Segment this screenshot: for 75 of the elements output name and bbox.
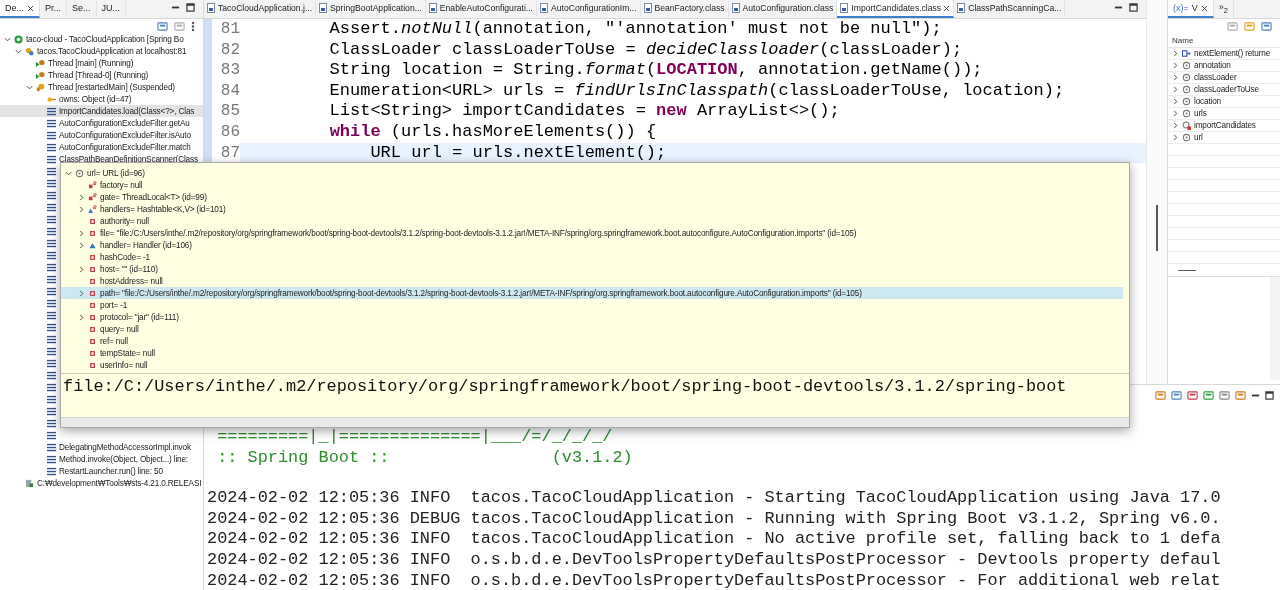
- variables-tab[interactable]: (x)= V: [1168, 0, 1214, 18]
- variable-row[interactable]: url: [1168, 132, 1280, 144]
- debug-tree-item[interactable]: tacos.TacoCloudApplication at localhost:81: [0, 45, 203, 57]
- editor-tab[interactable]: EnableAutoConfigurati...: [425, 0, 537, 18]
- debug-tree-item[interactable]: taco-cloud - TacoCloudApplication [Spring Bo: [0, 33, 203, 45]
- debug-tree-item[interactable]: ImportCandidates.load(Class<?>, Clas: [0, 105, 203, 117]
- code-line: String location = String.format(LOCATION, annotation.getName());: [328, 60, 984, 81]
- line-number: 82: [219, 39, 240, 61]
- code-line: Assert.notNull(annotation, "'annotation' must not be null");: [328, 19, 943, 40]
- debug-tree-item[interactable]: Thread [restartedMain] (Suspended): [0, 81, 203, 93]
- debug-tree-item[interactable]: RestartLauncher.run() line: 50: [0, 465, 203, 477]
- variable-tree-item[interactable]: host= "" (id=110): [61, 263, 1123, 275]
- variable-tree-item[interactable]: gate= ThreadLocal<T> (id=99): [61, 191, 1123, 203]
- debug-tree-item[interactable]: DelegatingMethodAccessorImpl.invok: [0, 441, 203, 453]
- code-line: List<String> importCandidates = new ArrayList<>();: [328, 101, 841, 122]
- console-line: 2024-02-02 12:05:36 INFO tacos.TacoCloudApplication - No active profile set, falling back to 1 defa: [207, 529, 1222, 550]
- debug-tree-item[interactable]: owns: Object (id=47): [0, 93, 203, 105]
- debug-tree-item[interactable]: C:₩development₩Tools₩sts-4.21.0.RELEASI: [0, 477, 203, 489]
- console-line: 2024-02-02 12:05:36 INFO o.s.b.d.e.DevToolsPropertyDefaultsPostProcessor - For additional web relat: [207, 570, 1222, 590]
- console-line: 2024-02-02 12:05:36 INFO o.s.b.d.e.DevToolsPropertyDefaultsPostProcessor - Devtools property defaul: [207, 549, 1222, 571]
- debug-tree-item[interactable]: AutoConfigurationExcludeFilter.match: [0, 141, 203, 153]
- variable-tree-item[interactable]: url= URL (id=96): [61, 167, 1123, 179]
- variable-tree-item[interactable]: authority= null: [61, 215, 1123, 227]
- console-line: 2024-02-02 12:05:36 DEBUG tacos.TacoCloudApplication - Running with Spring Boot v3.1.2, Spring v6.0.: [207, 508, 1222, 530]
- more-views-tab[interactable]: »$_{2}$: [1213, 0, 1234, 18]
- console-line: 2024-02-02 12:05:36 INFO tacos.TacoCloudApplication - Starting TacoCloudApplication using Java 17.0: [207, 488, 1222, 509]
- variable-tree-item[interactable]: userInfo= null: [61, 359, 1123, 371]
- code-line: Enumeration<URL> urls = findUrlsInClasspath(classLoaderToUse, location);: [328, 80, 1066, 102]
- variable-row[interactable]: location: [1168, 96, 1280, 108]
- view-tab[interactable]: JU...: [96, 0, 127, 18]
- variable-tree-item[interactable]: hostAddress= null: [61, 275, 1123, 287]
- variable-tree-item[interactable]: tempState= null: [61, 347, 1123, 359]
- line-number: 84: [219, 80, 240, 102]
- value-detail-text: file:/C:/Users/inthe/.m2/repository/org/springframework/boot/spring-boot-devtools/3.1.2/spring-boot: [62, 376, 1068, 398]
- variable-row[interactable]: annotation: [1168, 60, 1280, 72]
- debug-tree-item[interactable]: Method.invoke(Object, Object...) line:: [0, 453, 203, 465]
- editor-tab[interactable]: BeanFactory.class: [640, 0, 729, 18]
- variable-row[interactable]: classLoader: [1168, 72, 1280, 84]
- editor-tab[interactable]: ImportCandidates.class: [837, 0, 955, 18]
- console-line: =========|_|==============|___/=/_/_/_/: [216, 427, 614, 448]
- debug-tree-item[interactable]: ClassPathBeanDefinitionScanner(Class: [0, 153, 203, 165]
- view-tab[interactable]: Pr...: [40, 0, 68, 18]
- line-number: 87: [219, 142, 240, 164]
- debug-tree-item[interactable]: AutoConfigurationExcludeFilter.isAuto: [0, 129, 203, 141]
- view-tab[interactable]: De...: [0, 0, 40, 18]
- debug-tree-item[interactable]: Thread [main] (Running): [0, 57, 203, 69]
- editor-tab[interactable]: TacoCloudApplication.j...: [204, 0, 317, 18]
- editor-tab[interactable]: SpringBootApplication...: [316, 0, 426, 18]
- console-line: :: Spring Boot :: (v3.1.2): [216, 447, 634, 469]
- variable-row[interactable]: classLoaderToUse: [1168, 84, 1280, 96]
- variable-row[interactable]: importCandidates: [1168, 120, 1280, 132]
- variable-tree-item[interactable]: hashCode= -1: [61, 251, 1123, 263]
- editor-tab[interactable]: ClassPathScanningCa...: [954, 0, 1066, 18]
- line-number: 83: [219, 60, 240, 81]
- variable-tree-item[interactable]: query= null: [61, 323, 1123, 335]
- variable-row[interactable]: urls: [1168, 108, 1280, 120]
- variable-tree-item[interactable]: port= -1: [61, 299, 1123, 311]
- variable-tree-item[interactable]: factory= null: [61, 179, 1123, 191]
- variable-tree-item[interactable]: handler= Handler (id=106): [61, 239, 1123, 251]
- line-number: 86: [219, 121, 240, 143]
- line-number: 85: [219, 101, 240, 122]
- variable-row[interactable]: nextElement() returne: [1168, 48, 1280, 60]
- variable-tree-item[interactable]: handlers= Hashtable<K,V> (id=101): [61, 203, 1123, 215]
- view-tab[interactable]: Se...: [67, 0, 97, 18]
- variable-tree-item[interactable]: path= "file:/C:/Users/inthe/.m2/repository/org/springframework/boot/spring-boot-devtools/3.1.2/spring-boot-devtools-3.1.2.jar!/META-INF/spring/org.springframework.boot.autoconfigure.AutoConfiguration.imports" (id=105): [61, 287, 1123, 299]
- debug-tree-item[interactable]: AutoConfigurationExcludeFilter.getAu: [0, 117, 203, 129]
- line-number: 81: [219, 19, 240, 40]
- variable-tree-item[interactable]: file= "file:/C:/Users/inthe/.m2/repository/org/springframework/boot/spring-boot-devtools/3.1.2/spring-boot-devtools-3.1.2.jar!/META-INF/spring/org.springframework.boot.autoconfigure.AutoConfiguration.imports" (id=105): [61, 227, 1123, 239]
- debug-tree-item[interactable]: Thread [Thread-0] (Running): [0, 69, 203, 81]
- code-line: while (urls.hasMoreElements()) {: [328, 121, 658, 143]
- variable-tree-item[interactable]: ref= null: [61, 335, 1123, 347]
- editor-tab[interactable]: AutoConfigurationIm...: [537, 0, 641, 18]
- code-line: ClassLoader classLoaderToUse = decideClassloader(classLoader);: [328, 39, 964, 61]
- column-header: Name: [1168, 33, 1280, 48]
- variable-tree-item[interactable]: protocol= "jar" (id=111): [61, 311, 1123, 323]
